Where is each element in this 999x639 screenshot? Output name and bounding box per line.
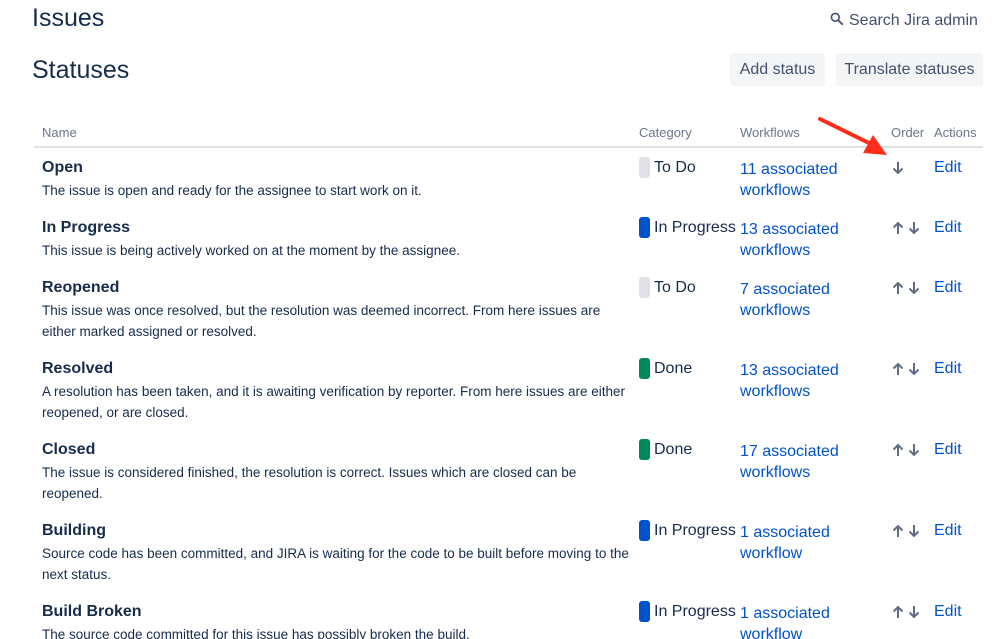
category-label: Done [654, 359, 693, 377]
order-controls [892, 221, 920, 235]
category-label: In Progress [654, 602, 736, 620]
associated-workflows-link[interactable]: 1 associated workflow [740, 522, 850, 564]
arrow-down-icon[interactable] [892, 161, 904, 175]
column-header-actions: Actions [934, 125, 977, 140]
translate-statuses-button[interactable]: Translate statuses [836, 53, 983, 86]
workflows-label: workflows [740, 383, 811, 400]
workflows-count: 1 associated [740, 605, 830, 622]
arrow-up-icon[interactable] [892, 362, 904, 376]
status-name: Closed [42, 441, 96, 458]
arrow-down-icon[interactable] [908, 221, 920, 235]
category-label: In Progress [654, 218, 736, 236]
workflows-count: 13 associated [740, 221, 839, 238]
workflows-label: workflows [740, 464, 811, 481]
arrow-up-icon[interactable] [892, 443, 904, 457]
workflows-count: 1 associated [740, 524, 830, 541]
category-color-chip [639, 277, 650, 298]
column-header-name: Name [42, 125, 77, 140]
associated-workflows-link[interactable]: 1 associated workflow [740, 603, 850, 639]
category-label: To Do [654, 278, 696, 296]
edit-link[interactable]: Edit [934, 279, 962, 297]
workflows-label: workflows [740, 302, 811, 319]
status-category: To Do [639, 157, 696, 178]
edit-link[interactable]: Edit [934, 360, 962, 378]
status-description: The source code committed for this issue… [42, 627, 470, 639]
status-name: Building [42, 522, 106, 539]
arrow-up-icon[interactable] [892, 605, 904, 619]
status-name: Resolved [42, 360, 114, 377]
status-description: A resolution has been taken, and it is a… [42, 384, 626, 420]
arrow-down-icon[interactable] [908, 443, 920, 457]
category-color-chip [639, 217, 650, 238]
status-category: In Progress [639, 217, 736, 238]
status-description: The issue is open and ready for the assi… [42, 183, 422, 198]
arrow-down-icon[interactable] [908, 605, 920, 619]
search-icon [830, 12, 844, 30]
edit-link[interactable]: Edit [934, 441, 962, 459]
search-jira-admin-link[interactable]: Search Jira admin [830, 12, 978, 30]
category-color-chip [639, 157, 650, 178]
status-category: In Progress [639, 601, 736, 622]
status-name: Build Broken [42, 603, 142, 620]
category-color-chip [639, 601, 650, 622]
page: Issues Search Jira admin Statuses Add st… [0, 0, 999, 639]
category-label: In Progress [654, 521, 736, 539]
column-header-workflows: Workflows [740, 125, 800, 140]
status-category: Done [639, 358, 692, 379]
arrow-down-icon[interactable] [908, 524, 920, 538]
section-title: Statuses [32, 56, 130, 84]
order-controls [892, 161, 904, 175]
edit-link[interactable]: Edit [934, 522, 962, 540]
arrow-up-icon[interactable] [892, 281, 904, 295]
order-controls [892, 443, 920, 457]
search-link-label: Search Jira admin [849, 12, 978, 29]
category-label: Done [654, 440, 693, 458]
status-description: This issue was once resolved, but the re… [42, 303, 601, 339]
workflows-count: 17 associated [740, 443, 839, 460]
edit-link[interactable]: Edit [934, 219, 962, 237]
status-description: The issue is considered finished, the re… [42, 465, 577, 501]
status-category: In Progress [639, 520, 736, 541]
workflows-count: 11 associated [740, 161, 838, 178]
status-category: Done [639, 439, 692, 460]
arrow-up-icon[interactable] [892, 524, 904, 538]
workflows-count: 7 associated [740, 281, 830, 298]
edit-link[interactable]: Edit [934, 159, 962, 177]
status-name: Open [42, 159, 83, 176]
arrow-down-icon[interactable] [908, 362, 920, 376]
associated-workflows-link[interactable]: 13 associated workflows [740, 219, 850, 261]
category-color-chip [639, 358, 650, 379]
status-description: This issue is being actively worked on a… [42, 243, 460, 258]
category-color-chip [639, 520, 650, 541]
arrow-up-icon[interactable] [892, 221, 904, 235]
associated-workflows-link[interactable]: 7 associated workflows [740, 279, 850, 321]
column-header-category: Category [639, 125, 692, 140]
workflows-label: workflows [740, 182, 811, 199]
column-header-order: Order [891, 125, 925, 140]
category-label: To Do [654, 158, 696, 176]
workflows-label: workflow [740, 545, 803, 562]
associated-workflows-link[interactable]: 11 associated workflows [740, 159, 850, 201]
add-status-button[interactable]: Add status [730, 53, 825, 86]
order-controls [892, 605, 920, 619]
workflows-label: workflows [740, 242, 811, 259]
status-description: Source code has been committed, and JIRA… [42, 546, 629, 582]
arrow-down-icon[interactable] [908, 281, 920, 295]
status-name: In Progress [42, 219, 131, 236]
page-header-title: Issues [32, 4, 105, 32]
associated-workflows-link[interactable]: 17 associated workflows [740, 441, 850, 483]
order-controls [892, 281, 920, 295]
status-category: To Do [639, 277, 696, 298]
associated-workflows-link[interactable]: 13 associated workflows [740, 360, 850, 402]
workflows-count: 13 associated [740, 362, 839, 379]
workflows-label: workflow [740, 626, 803, 639]
order-controls [892, 524, 920, 538]
order-controls [892, 362, 920, 376]
category-color-chip [639, 439, 650, 460]
table-header: Name Category Workflows Order Actions [34, 121, 983, 148]
status-name: Reopened [42, 279, 120, 296]
edit-link[interactable]: Edit [934, 603, 962, 621]
